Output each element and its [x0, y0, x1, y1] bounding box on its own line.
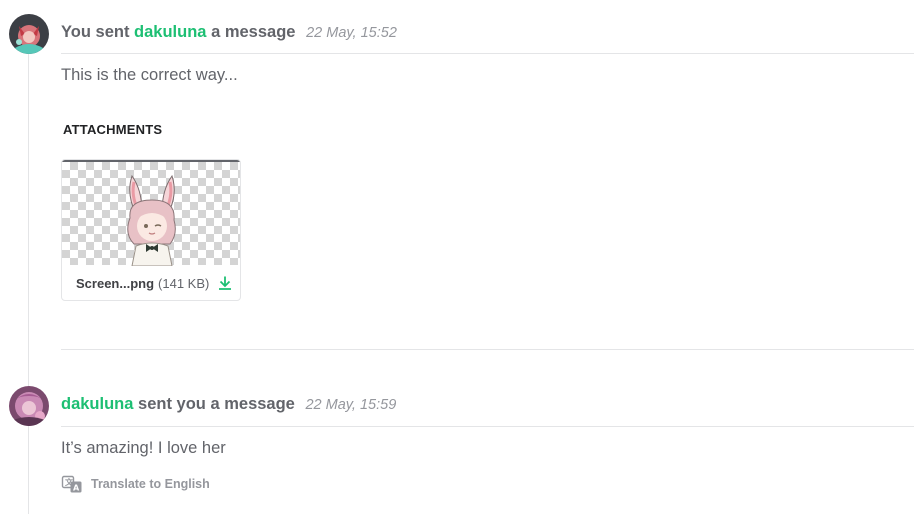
translate-icon: 文 A	[61, 473, 83, 495]
attachment-card[interactable]: Screen...png (141 KB)	[61, 159, 241, 301]
contact-name-link[interactable]: dakuluna	[61, 395, 133, 413]
attachments-title: ATTACHMENTS	[63, 122, 163, 137]
contact-avatar[interactable]	[9, 386, 49, 426]
message-header: dakuluna sent you a message 22 May, 15:5…	[61, 395, 914, 414]
contact-name-link[interactable]: dakuluna	[134, 23, 206, 41]
thread-line	[28, 52, 29, 514]
svg-text:A: A	[73, 484, 80, 493]
translate-button[interactable]: 文 A Translate to English	[61, 473, 210, 495]
header-divider	[61, 426, 914, 427]
header-suffix: sent you a message	[138, 395, 295, 413]
message-timestamp: 22 May, 15:59	[305, 397, 397, 413]
message-header: You sent dakuluna a message 22 May, 15:5…	[61, 23, 914, 42]
download-icon[interactable]	[217, 275, 233, 291]
attachment-thumbnail[interactable]	[62, 162, 240, 266]
translate-label: Translate to English	[91, 477, 210, 491]
header-suffix: a message	[211, 23, 296, 41]
header-divider	[61, 53, 914, 54]
sender-avatar[interactable]	[9, 14, 49, 54]
message-text: This is the correct way...	[61, 66, 238, 84]
message-text: It’s amazing! I love her	[61, 439, 226, 457]
message-timestamp: 22 May, 15:52	[306, 25, 397, 41]
attachment-file-name[interactable]: Screen...png	[76, 276, 154, 291]
attachment-file-row: Screen...png (141 KB)	[62, 265, 240, 300]
header-prefix: You sent	[61, 23, 130, 41]
bunny-character-image	[127, 174, 176, 266]
attachment-file-size: (141 KB)	[158, 275, 210, 291]
message-separator	[61, 349, 914, 350]
conversation-thread: You sent dakuluna a message 22 May, 15:5…	[0, 0, 914, 514]
